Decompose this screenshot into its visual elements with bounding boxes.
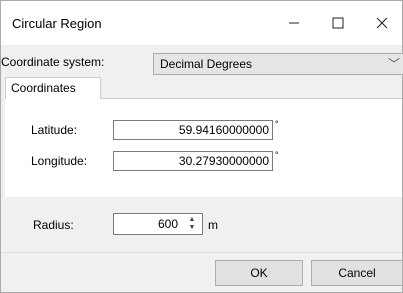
radius-input[interactable]: 600 ▲ ▼ xyxy=(113,213,203,235)
close-button[interactable] xyxy=(362,9,402,37)
chevron-down-icon: ﹀ xyxy=(387,57,400,71)
close-icon xyxy=(376,17,388,29)
radius-label: Radius: xyxy=(33,218,74,232)
tab-coordinates-label: Coordinates xyxy=(11,81,76,95)
coordinate-system-row: Coordinate system: Decimal Degrees ﹀ xyxy=(1,45,403,79)
window-title: Circular Region xyxy=(12,16,102,31)
longitude-unit: ° xyxy=(275,150,279,160)
latitude-label: Latitude: xyxy=(31,123,78,137)
latitude-input[interactable]: 59.94160000000 xyxy=(113,120,273,140)
maximize-icon xyxy=(332,17,344,29)
ok-button[interactable]: OK xyxy=(215,260,303,286)
spinner-arrows-icon[interactable]: ▲ ▼ xyxy=(186,216,198,232)
circular-region-dialog: Circular Region Coordinate system: Decim… xyxy=(0,0,403,293)
coordinate-system-select[interactable]: Decimal Degrees ﹀ xyxy=(153,53,403,75)
minimize-button[interactable] xyxy=(274,9,314,37)
minimize-icon xyxy=(289,22,299,24)
title-bar: Circular Region xyxy=(1,1,402,45)
radius-unit: m xyxy=(208,218,218,232)
longitude-input[interactable]: 30.27930000000 xyxy=(113,151,273,171)
longitude-label: Longitude: xyxy=(31,154,88,168)
coordinates-panel xyxy=(5,98,402,197)
divider xyxy=(1,252,402,253)
radius-value: 600 xyxy=(157,217,178,231)
coordinate-system-label: Coordinate system: xyxy=(1,55,105,69)
coordinate-system-value: Decimal Degrees xyxy=(160,57,253,71)
latitude-unit: ° xyxy=(275,119,279,129)
maximize-button[interactable] xyxy=(318,9,358,37)
tab-coordinates[interactable]: Coordinates xyxy=(5,77,101,99)
cancel-button[interactable]: Cancel xyxy=(311,260,403,286)
